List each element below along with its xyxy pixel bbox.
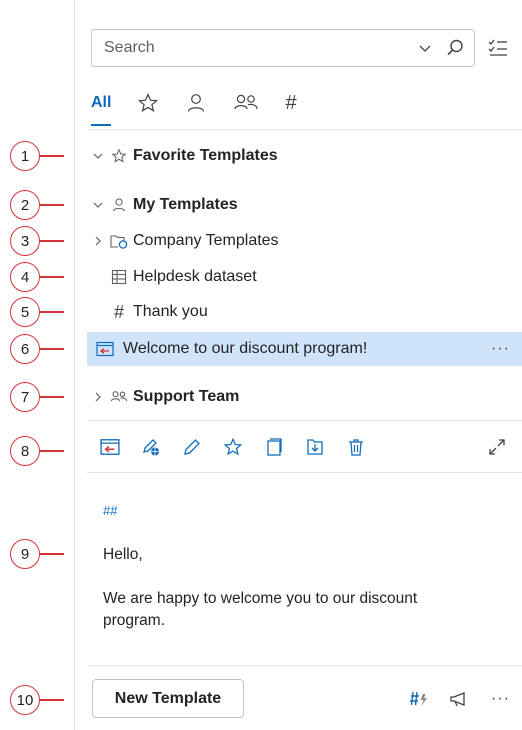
delete-icon[interactable]: [345, 436, 367, 458]
template-preview: ## Hello, We are happy to welcome you to…: [103, 500, 483, 654]
people-icon: [233, 92, 259, 114]
tree-item-support-team[interactable]: Support Team: [87, 380, 522, 414]
tree-item-my-templates[interactable]: My Templates: [87, 188, 522, 222]
pencil-icon[interactable]: [181, 436, 203, 458]
star-icon[interactable]: [222, 436, 244, 458]
tab-shared[interactable]: [233, 86, 259, 120]
tabs-divider: [87, 129, 522, 130]
chevron-right-icon[interactable]: [87, 391, 109, 403]
tree-item-helpdesk-dataset[interactable]: Helpdesk dataset: [87, 260, 522, 294]
folder-outlook-icon: [109, 233, 129, 249]
filter-tabs: All #: [91, 86, 323, 126]
chevron-down-icon[interactable]: [87, 199, 109, 211]
callout-10: 10: [10, 685, 64, 715]
more-options-button[interactable]: ···: [491, 690, 510, 708]
table-icon: [109, 269, 129, 285]
person-icon: [185, 92, 207, 114]
chevron-down-icon[interactable]: [87, 150, 109, 162]
chevron-down-icon[interactable]: [414, 37, 436, 59]
tree-item-favorite-templates[interactable]: Favorite Templates: [87, 139, 522, 173]
tree-item-thank-you[interactable]: # Thank you: [87, 295, 522, 329]
templates-pane: All # Favorite Templates My Templates: [74, 0, 522, 730]
tree-item-welcome[interactable]: Welcome to our discount program! ···: [87, 332, 522, 366]
insert-template-icon[interactable]: [99, 436, 121, 458]
callout-3: 3: [10, 226, 64, 256]
tree-item-company-templates[interactable]: Company Templates: [87, 224, 522, 258]
toolbar-divider: [87, 420, 522, 421]
people-icon: [109, 389, 129, 405]
megaphone-icon[interactable]: [449, 690, 471, 708]
search-box: [91, 29, 475, 67]
star-icon: [137, 92, 159, 114]
callout-gutter: 1 2 3 4 5 6 7 8 9 10: [0, 0, 74, 730]
new-template-button[interactable]: New Template: [92, 679, 244, 718]
callout-4: 4: [10, 262, 64, 292]
callout-1: 1: [10, 141, 64, 171]
callout-9: 9: [10, 539, 64, 569]
chevron-right-icon[interactable]: [87, 235, 109, 247]
preview-divider: [87, 472, 522, 473]
search-row: [91, 28, 511, 68]
tab-favorites[interactable]: [137, 86, 159, 120]
more-options-button[interactable]: ···: [491, 340, 510, 358]
tab-personal[interactable]: [185, 86, 207, 120]
move-to-folder-icon[interactable]: [304, 436, 326, 458]
preview-hashtags: ##: [103, 503, 118, 518]
callout-5: 5: [10, 297, 64, 327]
preview-greeting: Hello,: [103, 546, 143, 563]
hashtag-icon: #: [113, 301, 124, 322]
hashtag-flash-icon[interactable]: [407, 690, 429, 708]
footer-actions: ···: [387, 686, 510, 712]
search-input[interactable]: [104, 39, 414, 57]
preview-body: We are happy to welcome you to our disco…: [103, 590, 418, 629]
expand-icon[interactable]: [486, 436, 508, 458]
template-toolbar: [99, 432, 386, 462]
copy-icon[interactable]: [263, 436, 285, 458]
edit-shared-icon[interactable]: [140, 436, 162, 458]
hashtag-icon: #: [285, 91, 297, 114]
callout-2: 2: [10, 190, 64, 220]
person-icon: [109, 197, 129, 213]
callout-7: 7: [10, 382, 64, 412]
template-icon: [95, 341, 115, 357]
tab-all[interactable]: All: [91, 86, 112, 126]
list-filter-icon[interactable]: [485, 35, 511, 61]
tab-hashtags[interactable]: #: [285, 86, 296, 120]
callout-8: 8: [10, 436, 64, 466]
callout-6: 6: [10, 334, 64, 364]
footer-divider: [87, 665, 522, 666]
search-icon[interactable]: [444, 37, 466, 59]
star-icon: [109, 148, 129, 164]
